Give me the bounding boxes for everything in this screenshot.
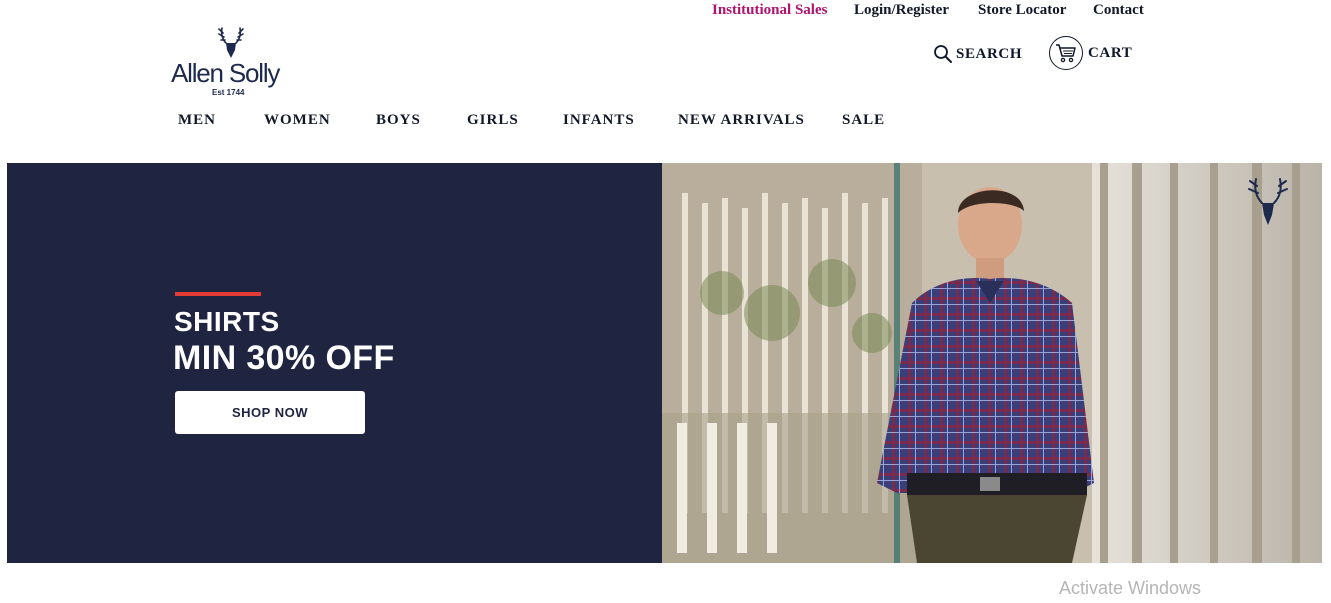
login-register-link[interactable]: Login/Register [854, 2, 949, 19]
search-label: SEARCH [956, 45, 1023, 62]
shop-now-button[interactable]: SHOP NOW [175, 391, 365, 434]
brand-logo[interactable]: Allen Solly Est 1744 [168, 26, 296, 100]
institutional-sales-link[interactable]: Institutional Sales [712, 2, 827, 19]
search-icon [934, 45, 952, 63]
cart-label: CART [1088, 44, 1133, 61]
model-photo [662, 163, 1322, 563]
brand-name: Allen Solly [171, 58, 280, 88]
nav-item-sale[interactable]: SALE [842, 112, 885, 129]
contact-link[interactable]: Contact [1093, 2, 1144, 19]
cart-button[interactable]: CART [1049, 36, 1132, 70]
main-nav: MEN WOMEN BOYS GIRLS INFANTS NEW ARRIVAL… [0, 112, 1331, 134]
nav-item-girls[interactable]: GIRLS [467, 112, 519, 129]
nav-item-women[interactable]: WOMEN [264, 112, 331, 129]
hero-accent-rule [175, 292, 261, 296]
hero-banner[interactable]: SHIRTS MIN 30% OFF SHOP NOW [7, 163, 1322, 563]
store-locator-link[interactable]: Store Locator [978, 2, 1066, 19]
hero-text-panel: SHIRTS MIN 30% OFF SHOP NOW [7, 163, 662, 563]
brand-est: Est 1744 [212, 88, 245, 97]
hero-model-image [662, 163, 1322, 563]
hero-offer: MIN 30% OFF [173, 339, 395, 377]
os-activation-watermark: Activate Windows [1059, 578, 1202, 598]
nav-item-boys[interactable]: BOYS [376, 112, 421, 129]
search-button[interactable]: SEARCH [933, 44, 1022, 64]
nav-item-men[interactable]: MEN [178, 112, 216, 129]
hero-title: SHIRTS [174, 306, 280, 337]
top-utility-bar: Institutional Sales Login/Register Store… [0, 0, 1331, 22]
cart-icon-circle [1049, 36, 1083, 70]
nav-item-new-arrivals[interactable]: NEW ARRIVALS [678, 112, 805, 129]
stag-icon [218, 27, 244, 58]
cart-icon [1056, 44, 1076, 63]
nav-item-infants[interactable]: INFANTS [563, 112, 635, 129]
